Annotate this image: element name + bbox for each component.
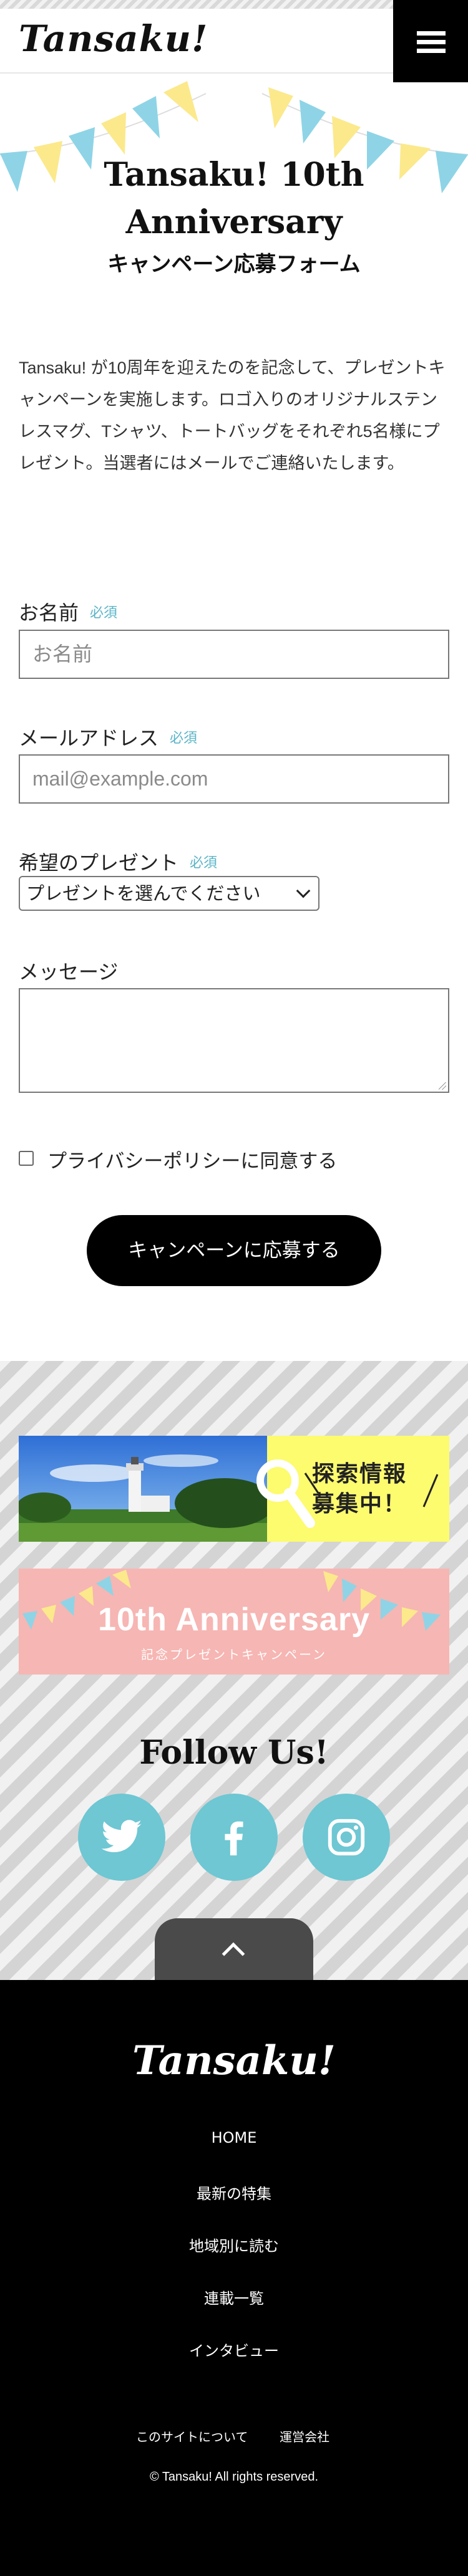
site-header: Tansaku! bbox=[0, 0, 468, 82]
footer-link-latest[interactable]: 最新の特集 bbox=[0, 2181, 468, 2203]
submit-button[interactable]: キャンペーンに応募する bbox=[87, 1215, 381, 1286]
present-select[interactable]: プレゼントを選んでください bbox=[19, 876, 319, 911]
privacy-label[interactable]: プライバシーポリシーに同意する bbox=[47, 1145, 337, 1173]
site-logo[interactable]: Tansaku! bbox=[19, 17, 208, 60]
footer-link-interview[interactable]: インタビュー bbox=[0, 2338, 468, 2360]
anniversary-banner[interactable]: 10th Anniversary 記念プレゼントキャンペーン bbox=[19, 1569, 449, 1675]
footer-link-company[interactable]: 運営会社 bbox=[280, 2427, 329, 2445]
anniversary-banner-subtitle: 記念プレゼントキャンペーン bbox=[141, 1647, 327, 1662]
chevron-down-icon bbox=[296, 883, 311, 898]
search-info-banner[interactable]: 探索情報 募集中！ bbox=[19, 1436, 449, 1542]
required-badge: 必須 bbox=[170, 731, 198, 746]
footer-link-region[interactable]: 地域別に読む bbox=[0, 2234, 468, 2256]
slash-decoration bbox=[422, 1474, 439, 1507]
message-textarea[interactable] bbox=[19, 988, 449, 1093]
hamburger-menu-icon[interactable] bbox=[393, 0, 468, 82]
privacy-checkbox[interactable] bbox=[19, 1151, 34, 1166]
magnifier-icon bbox=[256, 1459, 319, 1528]
required-badge: 必須 bbox=[90, 605, 118, 621]
campaign-title: Tansaku! 10th Anniversary bbox=[104, 156, 364, 241]
lighthouse-photo bbox=[19, 1436, 267, 1542]
required-badge: 必須 bbox=[190, 855, 218, 871]
footer-link-about[interactable]: このサイトについて bbox=[136, 2427, 248, 2445]
campaign-hero: Tansaku! 10th Anniversary キャンペーン応募フォーム bbox=[0, 74, 468, 298]
footer-link-home[interactable]: HOME bbox=[0, 2129, 468, 2146]
follow-us-heading: Follow Us! bbox=[139, 1734, 329, 1772]
name-field[interactable] bbox=[19, 630, 449, 679]
email-field[interactable] bbox=[19, 754, 449, 804]
anniversary-banner-title: 10th Anniversary bbox=[97, 1602, 371, 1638]
back-to-top-button[interactable] bbox=[155, 1918, 313, 1981]
campaign-subtitle: キャンペーン応募フォーム bbox=[107, 252, 361, 277]
chevron-up-icon bbox=[222, 1942, 245, 1966]
present-label: 希望のプレゼント 必須 bbox=[19, 851, 218, 875]
copyright: © Tansaku! All rights reserved. bbox=[149, 2470, 319, 2484]
campaign-description: Tansaku! が10周年を迎えたのを記念して、プレゼントキャンペーンを実施し… bbox=[19, 358, 446, 473]
footer-link-series[interactable]: 連載一覧 bbox=[0, 2286, 468, 2308]
footer-logo[interactable]: Tansaku! bbox=[0, 2037, 468, 2084]
facebook-icon[interactable] bbox=[190, 1794, 278, 1881]
instagram-icon[interactable] bbox=[303, 1794, 390, 1881]
resize-grip-icon[interactable] bbox=[439, 1082, 446, 1090]
twitter-icon[interactable] bbox=[78, 1794, 165, 1881]
email-label: メールアドレス 必須 bbox=[19, 726, 198, 750]
name-label: お名前 必須 bbox=[19, 601, 118, 625]
search-banner-text: 探索情報 募集中！ bbox=[312, 1461, 407, 1517]
message-label: メッセージ bbox=[19, 960, 119, 984]
